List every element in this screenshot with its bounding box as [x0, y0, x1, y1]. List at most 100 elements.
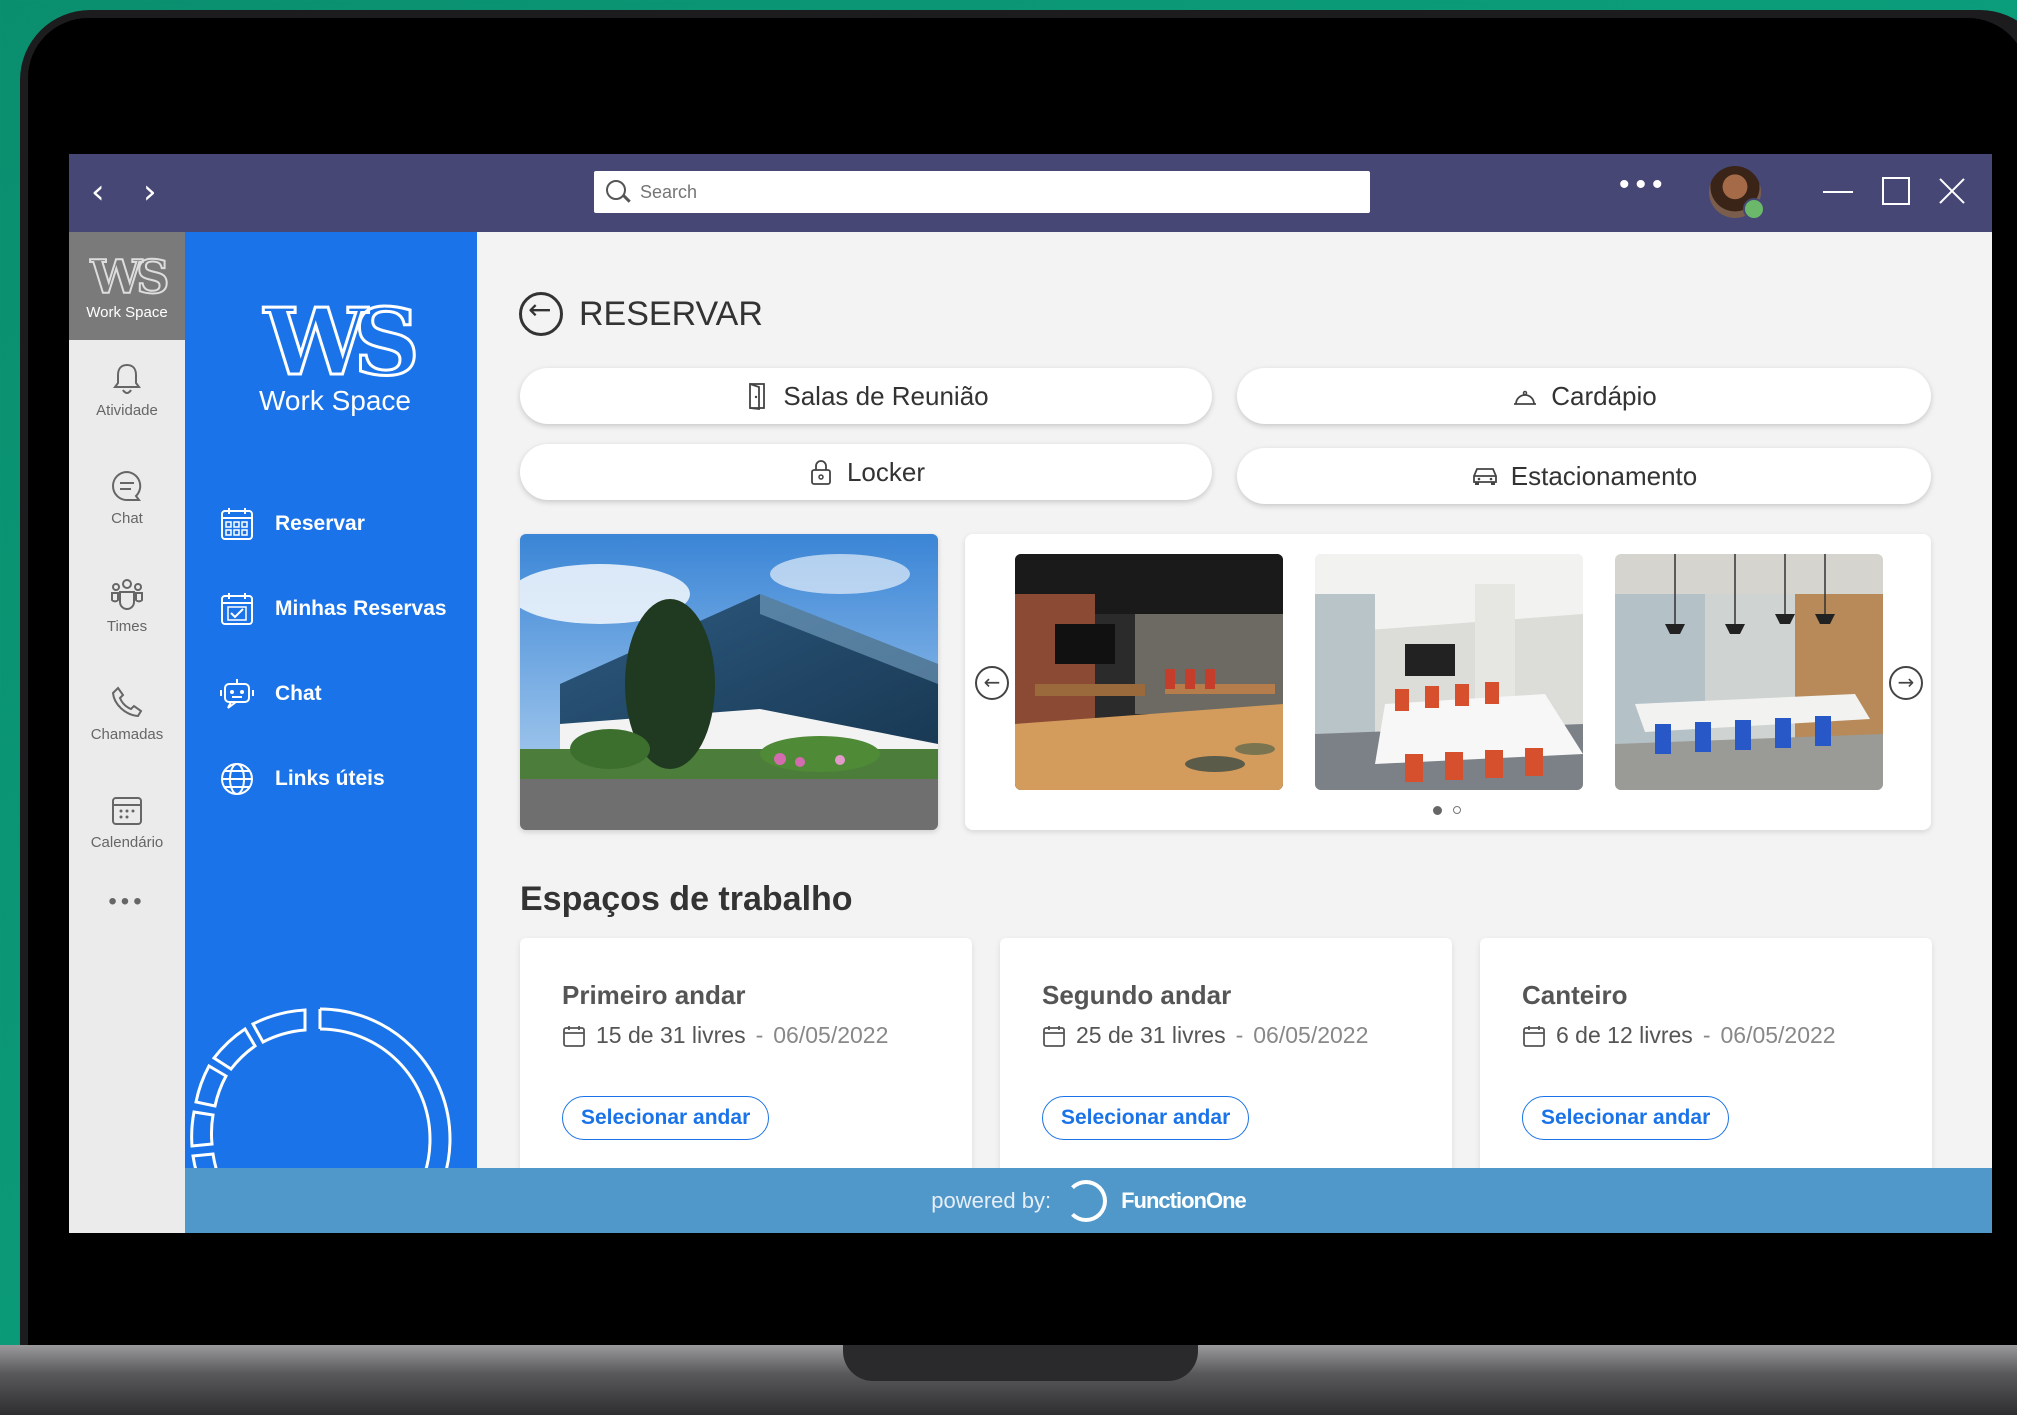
sidebar-item-label: Minhas Reservas: [275, 597, 447, 620]
back-arrow-icon[interactable]: [519, 292, 563, 336]
back-nav-button[interactable]: ‹: [91, 172, 105, 212]
chat-bubble-icon: [112, 470, 142, 501]
cloche-icon: [1514, 390, 1537, 405]
more-options-button[interactable]: •••: [1619, 168, 1669, 202]
workspace-card-primeiro-andar: Primeiro andar 15 de 31 livres -06/05/202…: [520, 938, 972, 1178]
option-salas-de-reuniao[interactable]: Salas de Reunião: [520, 368, 1212, 424]
workspace-logo: WS: [90, 249, 171, 305]
rooms-carousel: ← →: [965, 534, 1931, 830]
select-floor-button[interactable]: Selecionar andar: [1042, 1096, 1250, 1140]
card-date: 06/05/2022: [1720, 1022, 1836, 1048]
select-floor-button[interactable]: Selecionar andar: [562, 1096, 770, 1140]
minimize-button[interactable]: [1821, 174, 1855, 208]
sidebar-item-label: Links úteis: [275, 767, 385, 790]
calendar-icon: [1523, 1025, 1545, 1047]
maximize-button[interactable]: [1879, 174, 1913, 208]
page-header: RESERVAR: [519, 292, 763, 336]
sidebar-item-chat[interactable]: Chat: [219, 674, 322, 714]
room-photo[interactable]: [1315, 554, 1583, 790]
card-availability: 25 de 31 livres -06/05/2022: [1042, 1022, 1368, 1049]
page-title: RESERVAR: [579, 294, 763, 333]
rail-item-chat[interactable]: Chat: [69, 468, 185, 527]
search-input[interactable]: [638, 177, 1342, 207]
room-photo[interactable]: [1015, 554, 1283, 790]
free-count: 25 de 31 livres: [1076, 1022, 1226, 1048]
door-icon: [749, 383, 766, 410]
workspace-card-segundo-andar: Segundo andar 25 de 31 livres -06/05/2022…: [1000, 938, 1452, 1178]
main-content: RESERVAR Salas de Reunião Cardápio Locke…: [477, 232, 1992, 1178]
rail-more-button[interactable]: •••: [69, 888, 185, 916]
bot-icon: [220, 679, 254, 709]
rail-item-workspace[interactable]: WS Work Space: [69, 232, 185, 340]
rail-item-times[interactable]: Times: [69, 576, 185, 635]
option-locker[interactable]: Locker: [520, 444, 1212, 500]
functionone-logo-icon: [1065, 1179, 1108, 1222]
user-avatar[interactable]: [1709, 166, 1765, 220]
calendar-icon: [1043, 1025, 1065, 1047]
app-window: ‹ › ••• WS Work Space Atividade Chat Tim: [69, 154, 1992, 1233]
free-count: 6 de 12 livres: [1556, 1022, 1693, 1048]
card-availability: 6 de 12 livres -06/05/2022: [1522, 1022, 1836, 1049]
sidebar-item-label: Chat: [275, 682, 322, 705]
carousel-prev-button[interactable]: ←: [975, 666, 1009, 700]
close-button[interactable]: [1935, 174, 1969, 208]
phone-icon: [111, 686, 143, 718]
option-label: Salas de Reunião: [783, 380, 989, 411]
powered-by-label: powered by:: [931, 1187, 1052, 1213]
option-label: Locker: [846, 456, 926, 487]
workspace-card-canteiro: Canteiro 6 de 12 livres -06/05/2022 Selec…: [1480, 938, 1932, 1178]
brand-logo: WS: [263, 288, 422, 396]
calendar-grid-icon: [221, 508, 253, 540]
sidebar-item-minhas-reservas[interactable]: Minhas Reservas: [219, 589, 447, 629]
free-count: 15 de 31 livres: [596, 1022, 746, 1048]
option-estacionamento[interactable]: Estacionamento: [1237, 448, 1931, 504]
sidebar-item-links-uteis[interactable]: Links úteis: [219, 759, 385, 799]
footer: powered by: FunctionOne: [185, 1168, 1992, 1233]
teams-icon: [111, 579, 143, 610]
card-title: Canteiro: [1522, 980, 1628, 1010]
brand-name: Work Space: [259, 385, 411, 416]
title-bar: ‹ › •••: [69, 154, 1992, 232]
card-title: Segundo andar: [1042, 980, 1232, 1010]
sidebar-item-reservar[interactable]: Reservar: [219, 504, 365, 544]
card-title: Primeiro andar: [562, 980, 746, 1010]
option-label: Estacionamento: [1510, 460, 1698, 491]
calendar-icon: [563, 1025, 585, 1047]
section-title: Espaços de trabalho: [520, 880, 853, 918]
sidebar-item-label: Reservar: [275, 512, 365, 535]
rail-item-atividade[interactable]: Atividade: [69, 360, 185, 419]
app-rail: WS Work Space Atividade Chat Times Chama…: [69, 232, 185, 1233]
footer-brand: FunctionOne: [1121, 1187, 1247, 1213]
status-available-icon: [1743, 198, 1765, 220]
search-box[interactable]: [594, 171, 1370, 213]
bell-icon: [113, 363, 141, 395]
carousel-dot[interactable]: [1453, 806, 1461, 814]
carousel-next-button[interactable]: →: [1889, 666, 1923, 700]
rail-item-label: Times: [106, 618, 148, 635]
rail-item-label: Work Space: [86, 304, 168, 321]
rail-item-label: Calendário: [90, 834, 164, 851]
building-photo: [520, 534, 938, 830]
rail-item-chamadas[interactable]: Chamadas: [69, 684, 185, 743]
globe-icon: [221, 763, 253, 795]
car-icon: [1472, 468, 1497, 485]
carousel-dot-active[interactable]: [1433, 806, 1442, 815]
room-photo[interactable]: [1615, 554, 1883, 790]
card-date: 06/05/2022: [773, 1022, 889, 1048]
rail-item-calendario[interactable]: Calendário: [69, 792, 185, 851]
rail-item-label: Atividade: [96, 402, 158, 419]
option-label: Cardápio: [1551, 380, 1657, 411]
option-cardapio[interactable]: Cardápio: [1237, 368, 1931, 424]
sidebar: WS Work Space Reservar Minhas Reservas C…: [185, 232, 477, 1233]
calendar-check-icon: [221, 593, 253, 625]
calendar-icon: [112, 797, 142, 825]
rail-item-label: Chamadas: [90, 726, 164, 743]
laptop-notch: [843, 1345, 1198, 1381]
card-date: 06/05/2022: [1253, 1022, 1369, 1048]
brand: WS Work Space: [225, 288, 445, 417]
search-icon: [606, 180, 626, 200]
rail-item-label: Chat: [111, 510, 143, 527]
forward-nav-button[interactable]: ›: [143, 172, 157, 212]
select-floor-button[interactable]: Selecionar andar: [1522, 1096, 1730, 1140]
lock-icon: [811, 460, 831, 485]
